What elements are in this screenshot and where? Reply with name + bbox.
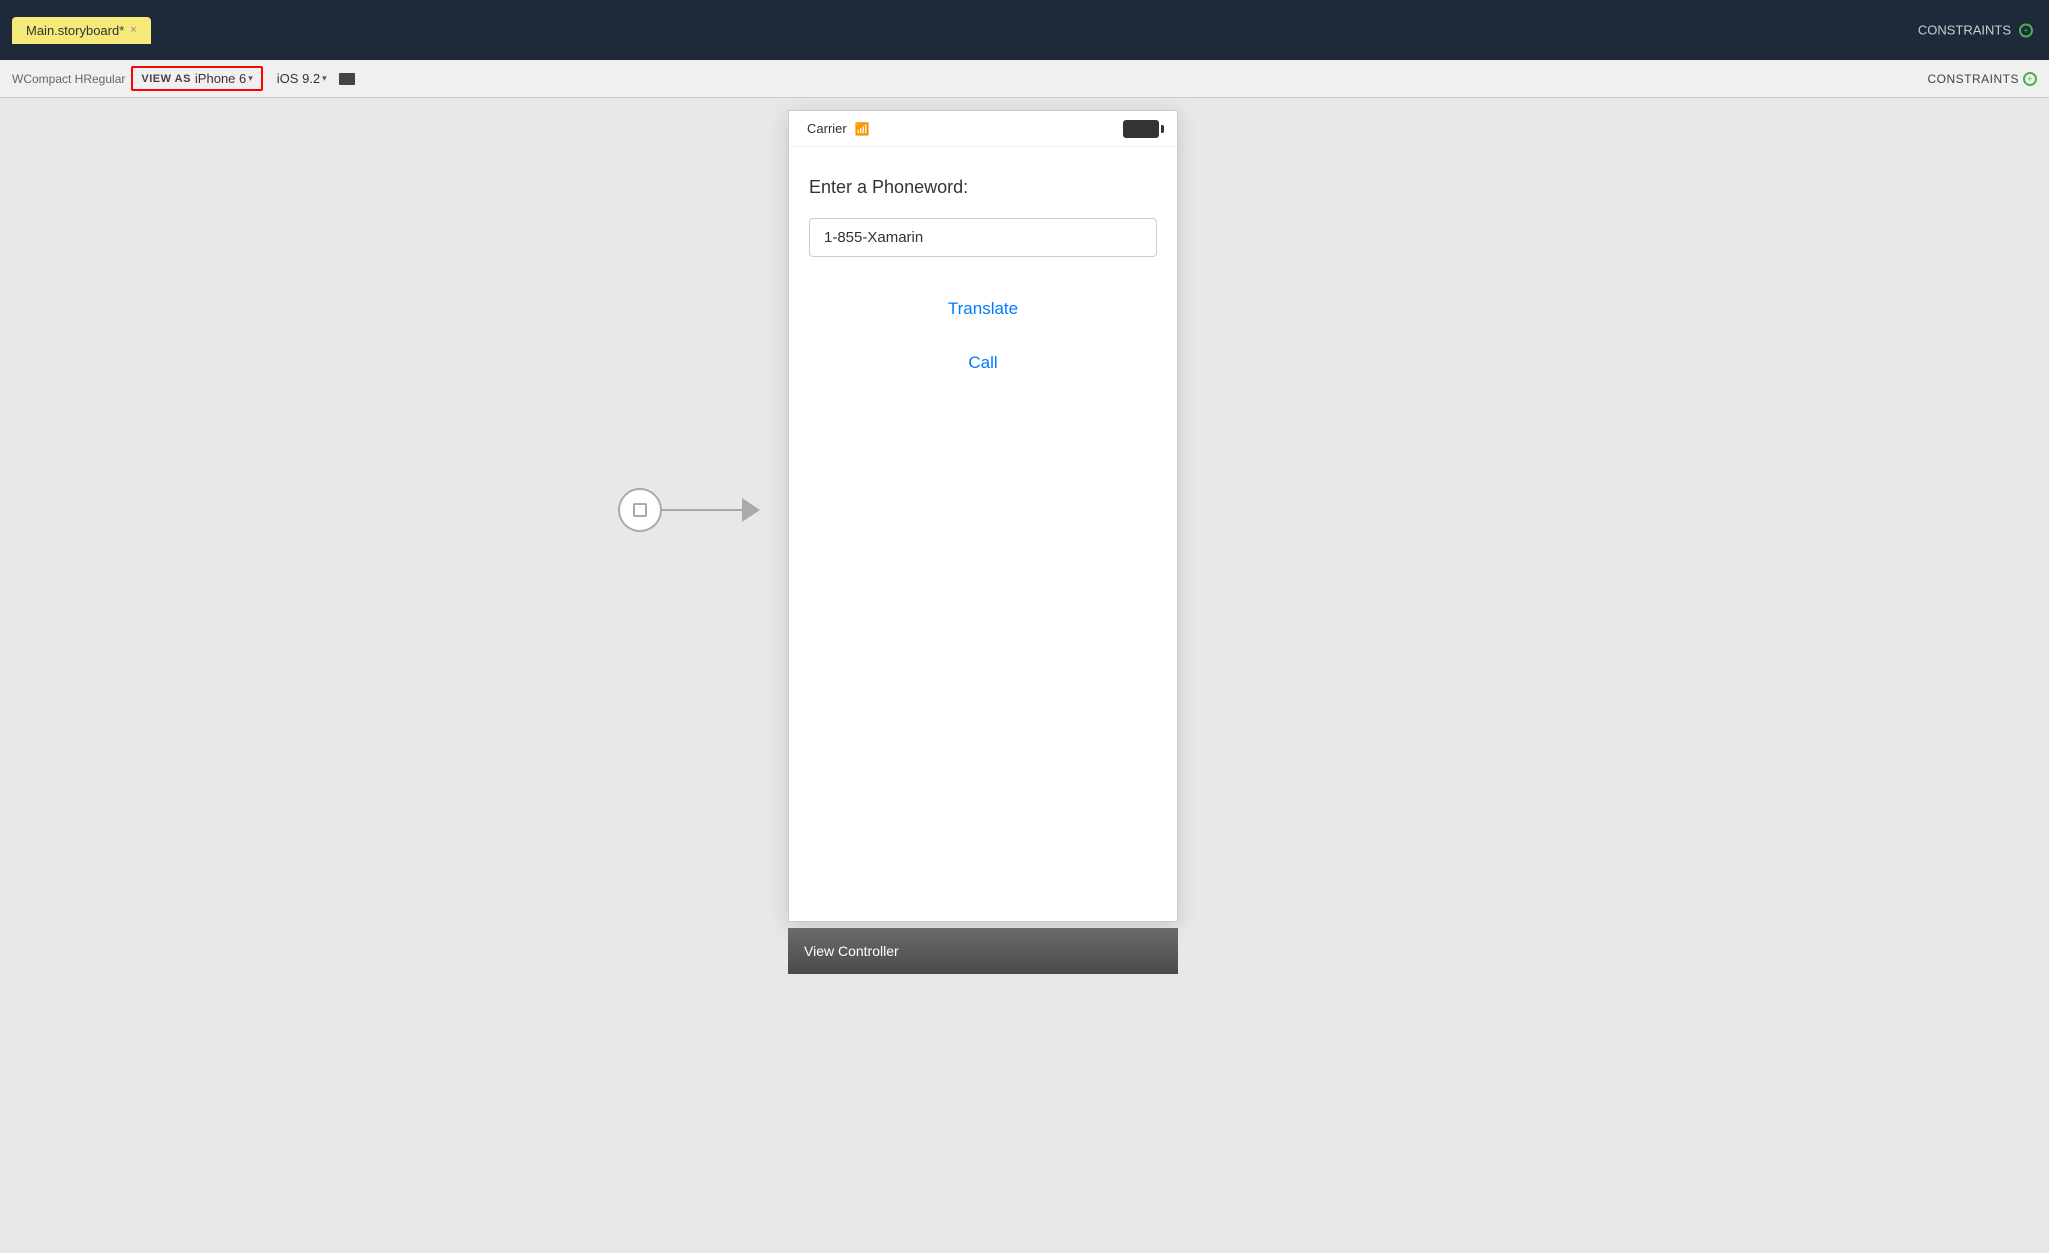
iphone-chevron-icon: ▾ [248,73,253,84]
tab-storyboard[interactable]: Main.storyboard* × [12,17,151,44]
call-button[interactable]: Call [809,341,1157,385]
constraints-button[interactable]: CONSTRAINTS + [1927,72,2037,86]
battery-icon [1123,120,1159,138]
entry-arrow-circle [618,488,662,532]
traits-label: WCompact HRegular [12,72,125,86]
constraints-label-top: CONSTRAINTS [1918,23,2011,38]
iphone-content: Enter a Phoneword: Translate Call [789,147,1177,405]
constraints-add-icon[interactable]: + [2019,23,2033,37]
entry-arrow-line [662,509,742,511]
toolbar-right: CONSTRAINTS + [1918,23,2033,38]
tab-title: Main.storyboard* [26,23,124,38]
status-bar: Carrier 📶 [789,111,1177,147]
view-as-box: VIEW AS iPhone 6 ▾ [131,66,262,91]
wifi-icon: 📶 [855,122,870,136]
view-controller-bar: View Controller [788,928,1178,974]
ios-label: iOS 9.2 [277,71,320,86]
phoneword-label: Enter a Phoneword: [809,177,1157,198]
carrier-text: Carrier [807,121,847,136]
constraints-label: CONSTRAINTS [1927,72,2019,86]
tab-area: Main.storyboard* × [12,17,151,44]
ios-selector[interactable]: iOS 9.2 ▾ [277,71,327,86]
size-icon [339,73,355,85]
iphone-selector[interactable]: iPhone 6 ▾ [195,71,253,86]
view-controller-label: View Controller [804,943,899,959]
phoneword-input[interactable] [809,218,1157,257]
constraints-green-icon: + [2023,72,2037,86]
tab-close-icon[interactable]: × [130,24,136,36]
view-as-label: VIEW AS [141,73,191,85]
translate-button[interactable]: Translate [809,287,1157,331]
canvas: Carrier 📶 Enter a Phoneword: Translate C… [0,98,2049,1253]
ios-chevron-icon: ▾ [322,73,327,84]
iphone-label: iPhone 6 [195,71,246,86]
carrier-area: Carrier 📶 [807,121,870,136]
top-bar: Main.storyboard* × CONSTRAINTS + [0,0,2049,60]
secondary-bar: WCompact HRegular VIEW AS iPhone 6 ▾ iOS… [0,60,2049,98]
entry-arrow-head [742,498,760,522]
iphone-frame: Carrier 📶 Enter a Phoneword: Translate C… [788,110,1178,922]
entry-arrow [618,488,760,532]
entry-arrow-square [633,503,647,517]
